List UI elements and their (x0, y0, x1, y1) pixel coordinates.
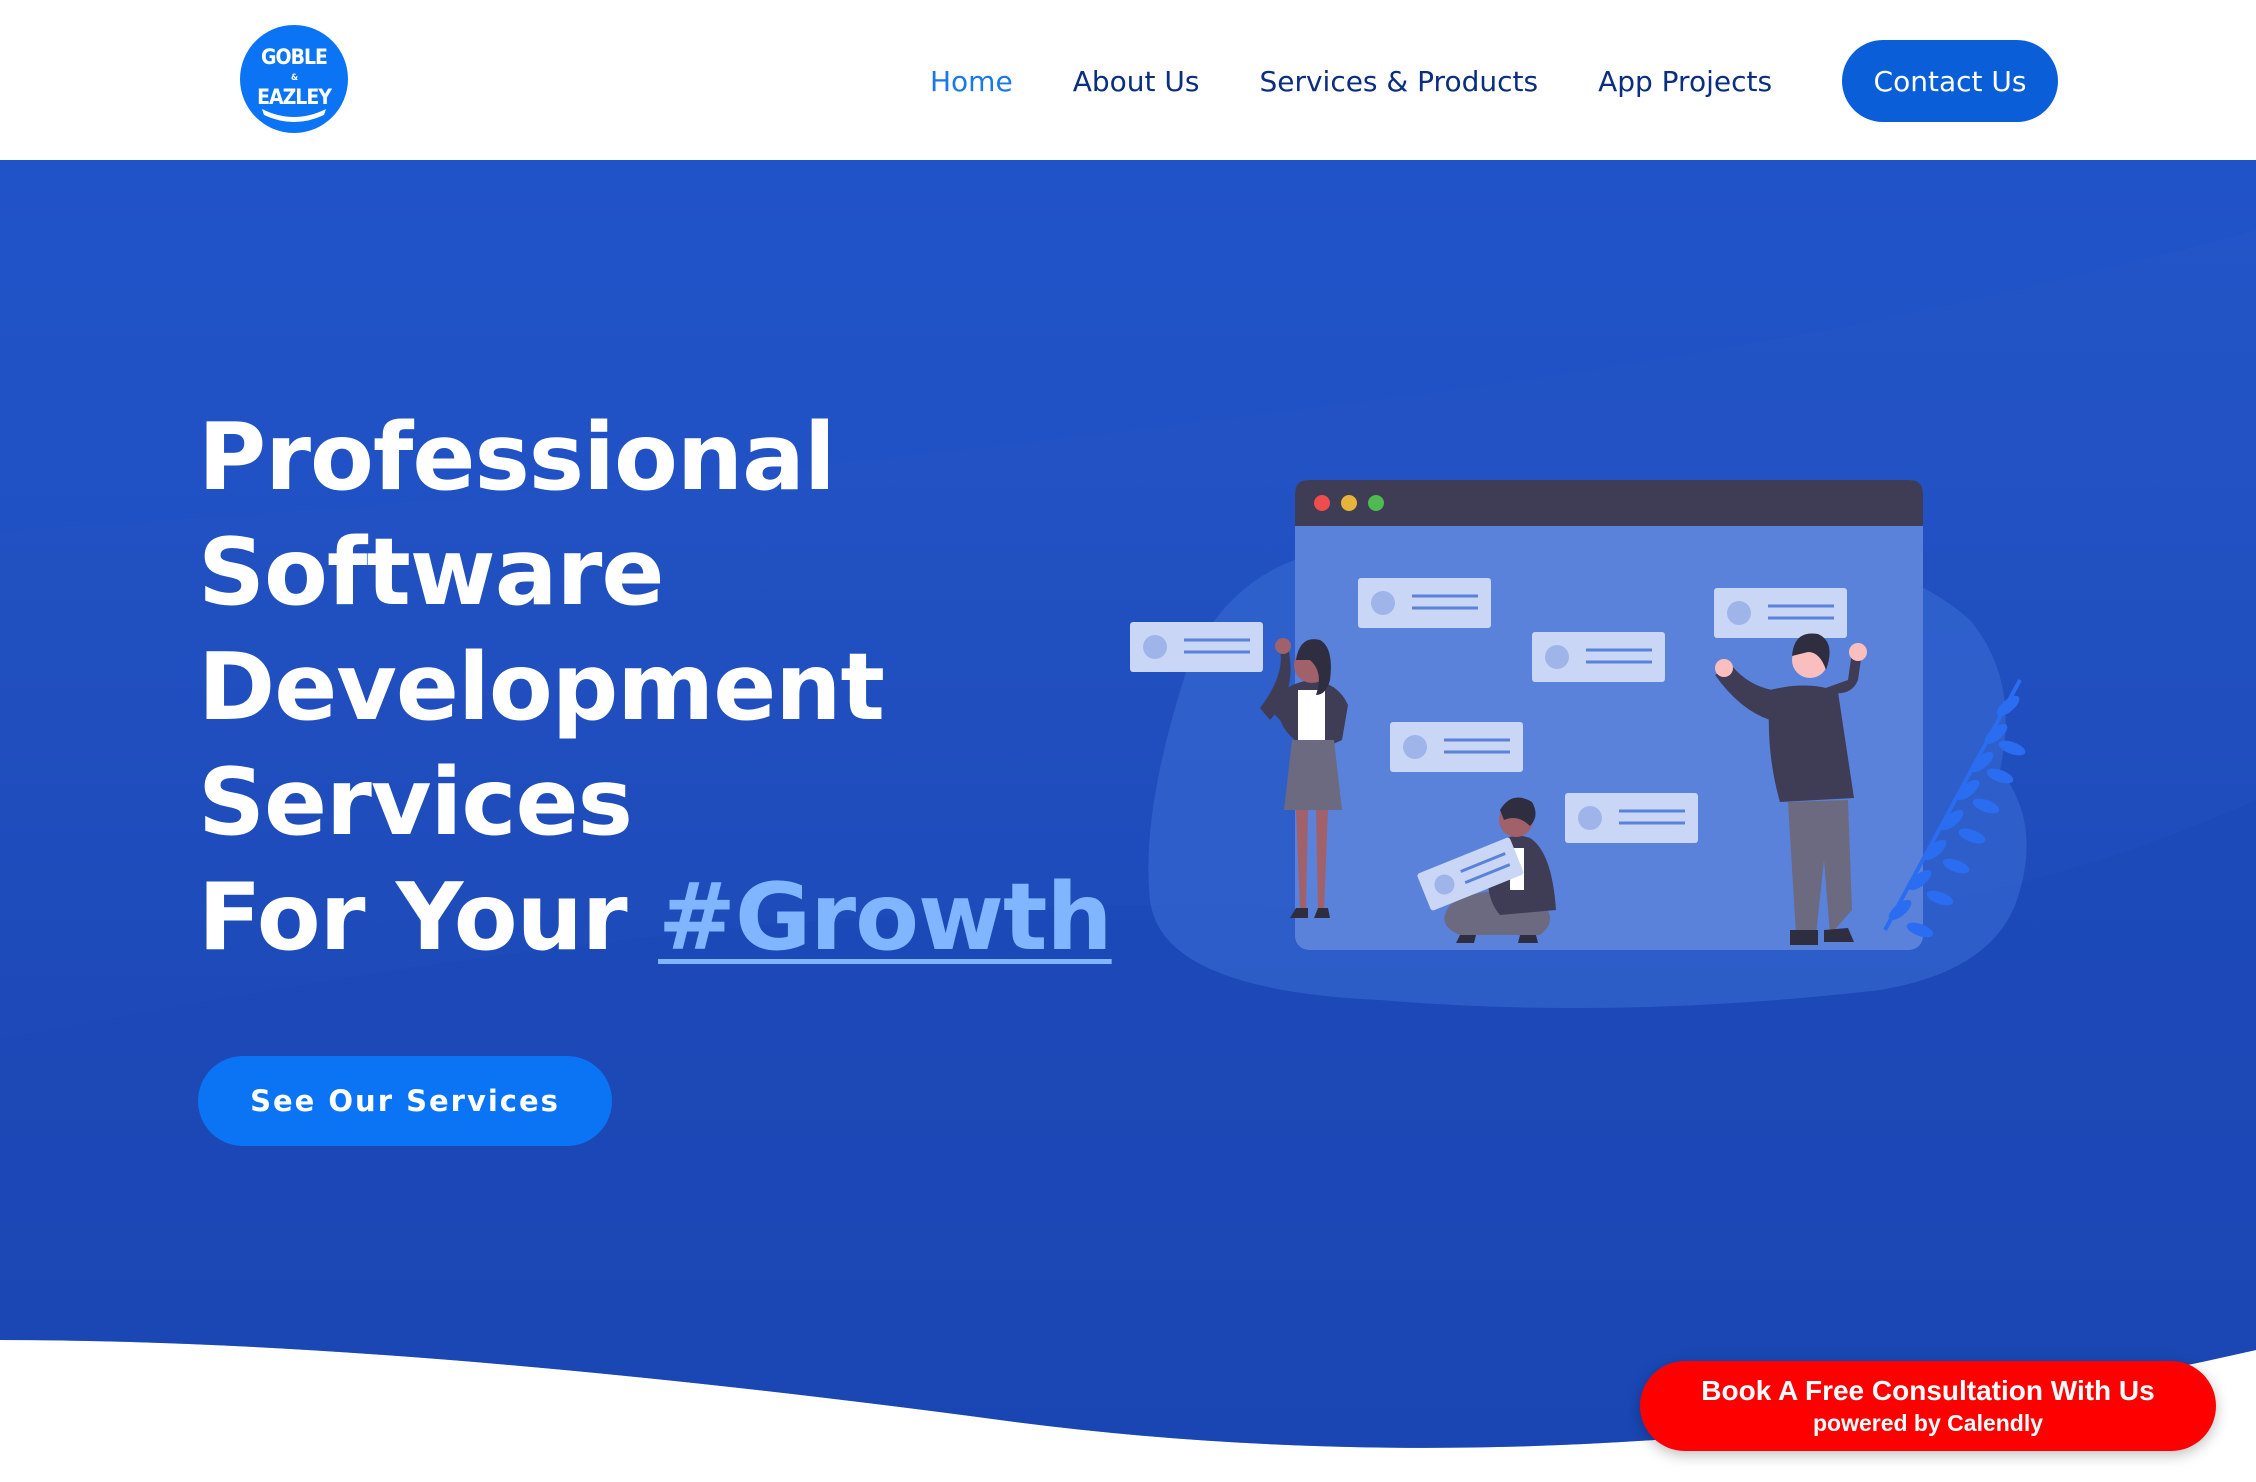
growth-hashtag-link[interactable]: #Growth (658, 863, 1113, 971)
headline-line-4: Services (198, 748, 633, 856)
nav-about-us[interactable]: About Us (1073, 65, 1200, 98)
logo-text-amp: & (290, 73, 298, 83)
calendly-label: Book A Free Consultation With Us (1701, 1375, 2155, 1406)
site-header: GOBLE & EAZLEY Home About Us Services & … (0, 0, 2256, 160)
calendly-sublabel: powered by Calendly (1812, 1410, 2044, 1436)
brand-logo[interactable]: GOBLE & EAZLEY (240, 25, 348, 133)
headline-line-1: Professional (198, 403, 836, 511)
hero-section: Professional Software Development Servic… (0, 160, 2256, 1482)
headline-line-5: For Your #Growth (198, 860, 1198, 975)
headline-line-3: Development (198, 633, 885, 741)
nav-home[interactable]: Home (930, 65, 1013, 98)
logo-text-line2: EAZLEY (257, 85, 332, 109)
headline-last-prefix: For Your (198, 863, 659, 971)
logo-text-line1: GOBLE (261, 45, 328, 69)
nav-services-products[interactable]: Services & Products (1259, 65, 1538, 98)
illustration-collaboration-icon (1130, 480, 2027, 1008)
see-our-services-button[interactable]: See Our Services (198, 1056, 612, 1146)
nav-app-projects[interactable]: App Projects (1598, 65, 1772, 98)
headline-line-2: Software (198, 518, 664, 626)
hero-headline: Professional Software Development Servic… (198, 400, 1198, 975)
contact-us-button[interactable]: Contact Us (1842, 40, 2058, 122)
calendly-booking-badge[interactable]: Book A Free Consultation With Us powered… (1640, 1361, 2216, 1451)
main-nav: Home About Us Services & Products App Pr… (930, 40, 1832, 122)
